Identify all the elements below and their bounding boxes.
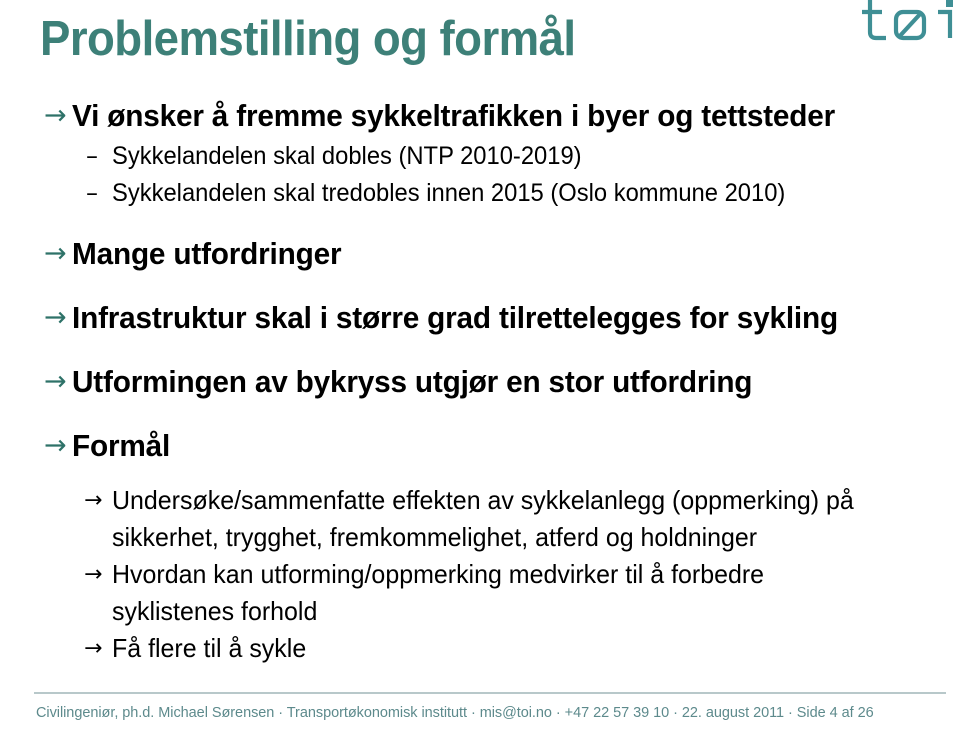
arrow-icon: → <box>84 562 103 587</box>
dash-icon: – <box>86 179 98 207</box>
arrow-icon: → <box>44 302 67 333</box>
slide: Problemstilling og formål → Vi ønsker å … <box>0 0 960 731</box>
footer-text: Civilingeniør, ph.d. Michael Sørensen · … <box>36 705 874 721</box>
bullet-level2: – Sykkelandelen skal tredobles innen 201… <box>0 175 960 211</box>
dash-icon: – <box>86 142 98 170</box>
arrow-icon: → <box>84 488 103 513</box>
arrow-icon: → <box>44 238 67 269</box>
bullet-text: Undersøke/sammenfatte effekten av sykkel… <box>112 485 854 552</box>
bullet-text: Vi ønsker å fremme sykkeltrafikken i bye… <box>72 98 836 133</box>
bullet-text: Sykkelandelen skal tredobles innen 2015 … <box>112 179 786 207</box>
bullet-level3: → Undersøke/sammenfatte effekten av sykk… <box>0 482 960 556</box>
toi-logo <box>860 0 960 46</box>
bullet-level3: → Få flere til å sykle <box>0 630 960 667</box>
bullet-level1: → Formål <box>0 426 960 466</box>
bullet-text: Infrastruktur skal i større grad tilrett… <box>72 300 838 335</box>
toi-logo-icon <box>862 0 953 41</box>
footer-divider <box>34 692 946 694</box>
bullet-level1: → Vi ønsker å fremme sykkeltrafikken i b… <box>0 96 960 136</box>
bullet-level1: → Infrastruktur skal i større grad tilre… <box>0 298 960 338</box>
arrow-icon: → <box>84 636 103 661</box>
bullet-text: Sykkelandelen skal dobles (NTP 2010-2019… <box>112 142 582 170</box>
bullet-text: Utformingen av bykryss utgjør en stor ut… <box>72 364 753 399</box>
arrow-icon: → <box>44 366 67 397</box>
bullet-level3: → Hvordan kan utforming/oppmerking medvi… <box>0 556 960 630</box>
bullet-level1: → Mange utfordringer <box>0 234 960 274</box>
bullet-level1: → Utformingen av bykryss utgjør en stor … <box>0 362 960 402</box>
bullet-text: Mange utfordringer <box>72 236 342 271</box>
page-title: Problemstilling og formål <box>40 12 576 66</box>
bullet-text: Hvordan kan utforming/oppmerking medvirk… <box>112 559 765 626</box>
arrow-icon: → <box>44 100 67 131</box>
arrow-icon: → <box>44 430 67 461</box>
bullet-level2: – Sykkelandelen skal dobles (NTP 2010-20… <box>0 138 960 174</box>
slide-body: → Vi ønsker å fremme sykkeltrafikken i b… <box>0 96 960 667</box>
bullet-text: Formål <box>72 428 171 463</box>
bullet-text: Få flere til å sykle <box>112 633 307 663</box>
